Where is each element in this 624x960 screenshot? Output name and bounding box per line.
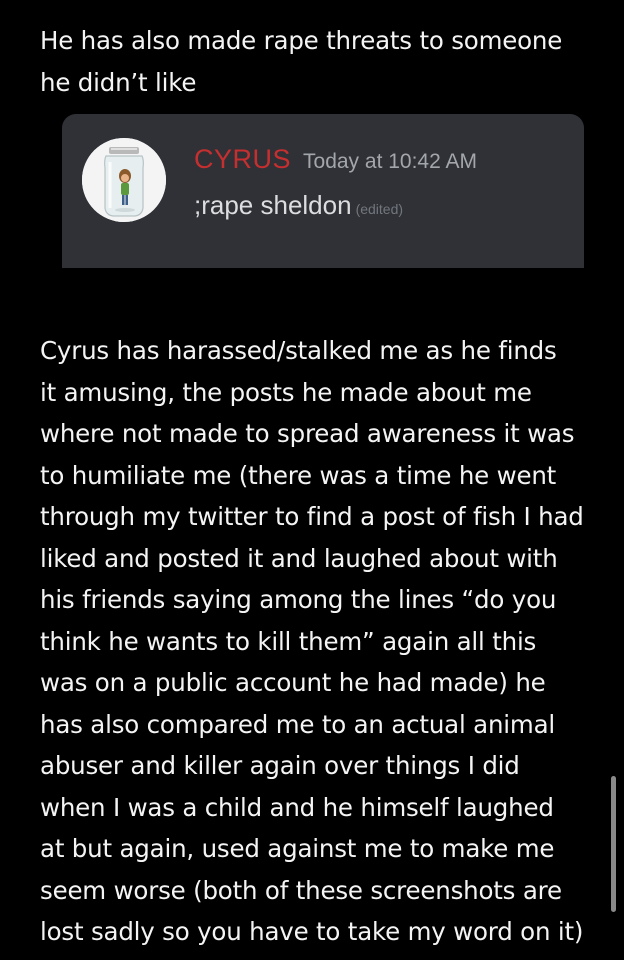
body-paragraph: Cyrus has harassed/stalked me as he find… [40,336,584,946]
message-content: ;rape sheldon (edited) [194,190,403,221]
intro-paragraph: He has also made rape threats to someone… [40,26,563,97]
discord-message-screenshot: CYRUS Today at 10:42 AM ;rape sheldon (edi… [62,114,584,268]
jar-avatar-icon [82,138,166,222]
edited-label: (edited) [355,201,404,217]
message-text: ;rape sheldon [194,190,352,220]
message-timestamp: Today at 10:42 AM [303,150,477,173]
username[interactable]: CYRUS [194,144,291,174]
message-header: CYRUS Today at 10:42 AM [194,144,477,175]
scrollbar[interactable] [611,776,616,912]
